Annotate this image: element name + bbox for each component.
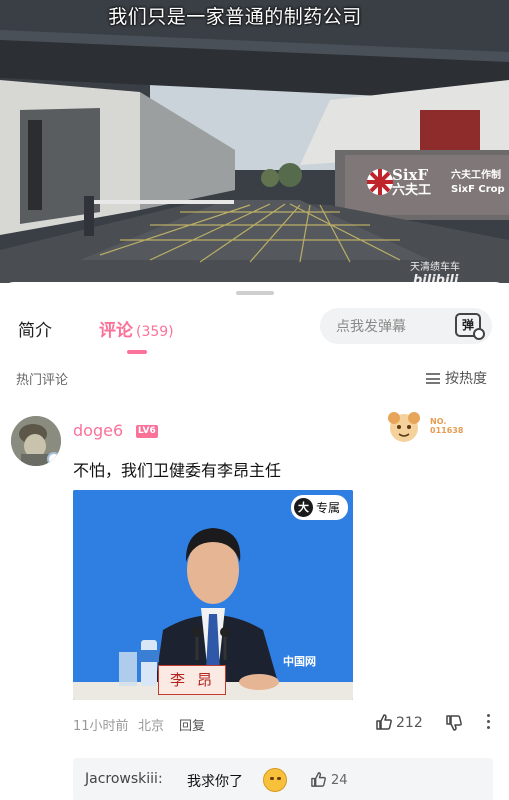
reply-username[interactable]: Jacrowskiii: (85, 771, 163, 787)
sign-company-en: SixF Crop Pro (451, 184, 509, 195)
thumbs-up-icon (376, 714, 392, 730)
exclusive-badge-label: 专属 (316, 501, 341, 515)
video-watermark: 天清绩车车 bilibili (410, 258, 509, 283)
more-options-icon[interactable] (485, 712, 491, 732)
tab-intro[interactable]: 简介 (18, 316, 52, 341)
sign-brand-cn: 六夫工 (392, 183, 432, 198)
avatar[interactable] (11, 416, 61, 466)
verified-badge-icon (47, 452, 61, 466)
fan-number-value: 011638 (430, 426, 464, 435)
comment-location: 北京 (138, 719, 165, 734)
exclusive-badge: 大 专属 (291, 495, 348, 520)
like-button[interactable]: 212 (375, 713, 423, 731)
tab-comments-label: 评论 (99, 321, 133, 341)
fan-badge-icon (388, 412, 420, 442)
reply-like-button[interactable]: 24 (310, 771, 348, 788)
hot-comments-heading: 热门评论 (16, 373, 69, 388)
danmaku-toggle-icon[interactable]: 弹 (455, 313, 485, 340)
reply-text: 我求你了 (187, 774, 243, 790)
video-frame (0, 0, 509, 283)
comment-username[interactable]: doge6 (73, 421, 123, 440)
crying-face-emoji-icon (263, 768, 287, 792)
exclusive-badge-icon: 大 (294, 498, 313, 517)
sign-company-text: 六夫工作制 SixF Crop Pro (451, 169, 509, 197)
video-subtitle: 我们只是一家普通的制药公司 (108, 6, 362, 28)
comment-time: 11小时前 (73, 719, 129, 734)
reply-button[interactable]: 回复 (179, 715, 205, 734)
active-tab-indicator (127, 350, 147, 354)
comment-text: 不怕，我们卫健委有李昂主任 (73, 461, 282, 480)
video-player[interactable]: 我们只是一家普通的制药公司 SixF 六夫工 六夫工作制 SixF Crop P… (0, 0, 509, 283)
sort-button[interactable]: 按热度 (426, 368, 487, 388)
sign-brand-text: SixF 六夫工 (392, 166, 432, 199)
sort-label: 按热度 (445, 371, 487, 387)
app-screen: 我们只是一家普通的制药公司 SixF 六夫工 六夫工作制 SixF Crop P… (0, 0, 509, 800)
china-net-logo: 中国网 (283, 655, 316, 668)
sheet-drag-handle[interactable] (236, 291, 274, 295)
comment-image[interactable]: 大 专属 李昂 中国网 (73, 490, 353, 700)
fan-number-label: NO. (430, 417, 447, 426)
sort-icon (426, 373, 440, 384)
name-plate: 李昂 (158, 665, 226, 695)
user-level-badge: LV6 (136, 425, 158, 438)
reply-thumbs-up-icon (311, 772, 326, 787)
watermark-text: 天清绩车车 (410, 262, 460, 273)
danmaku-input[interactable]: 点我发弹幕 弹 (320, 308, 492, 344)
sign-company-cn: 六夫工作制 (451, 170, 501, 181)
tab-comments-count: (359) (136, 324, 174, 340)
like-count: 212 (396, 715, 423, 731)
reply-like-count: 24 (331, 773, 348, 788)
reply-preview[interactable]: Jacrowskiii: 我求你了 24 (73, 758, 493, 800)
comment-sheet: 简介 评论 (359) 点我发弹幕 弹 热门评论 按热度 doge6 LV6 N… (0, 282, 509, 800)
danmaku-placeholder: 点我发弹幕 (336, 319, 406, 335)
thumbs-down-icon[interactable] (445, 714, 463, 732)
tab-comments[interactable]: 评论 (359) (99, 316, 174, 341)
fan-number: NO. 011638 (430, 417, 463, 435)
sign-brand-latin: SixF (392, 166, 429, 184)
